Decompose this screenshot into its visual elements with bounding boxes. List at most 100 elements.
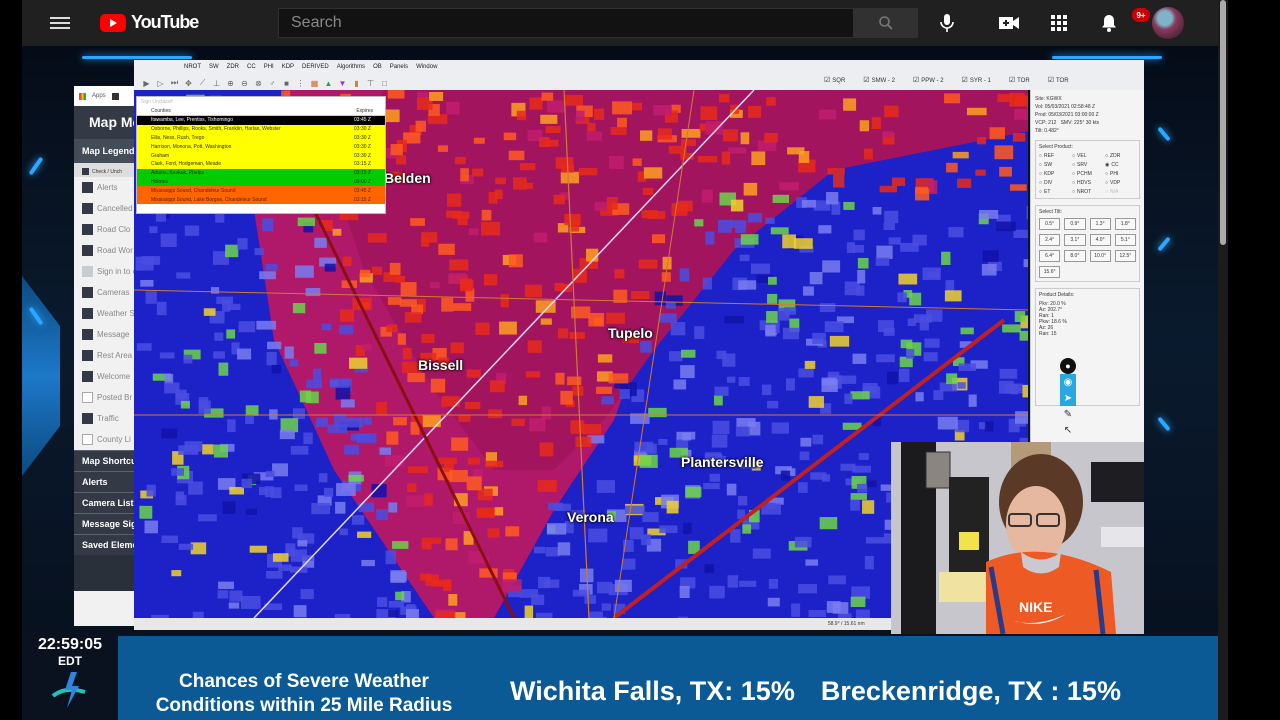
tilt-button[interactable]: 1.3° — [1089, 218, 1111, 230]
cylinder-icon[interactable]: ▮ — [352, 79, 361, 88]
tilt-button[interactable]: 10.0° — [1089, 250, 1111, 262]
legend-checkbox[interactable] — [82, 413, 93, 424]
radar-menu-item[interactable]: Window — [416, 64, 437, 70]
lock-icon[interactable]: ■ — [282, 79, 291, 88]
apps-button[interactable] — [1046, 10, 1072, 36]
stream-video-frame[interactable]: Apps Map Me Map Legend Check / Unch Aler… — [22, 46, 1218, 636]
legend-checkbox[interactable] — [82, 266, 93, 277]
legend-checkbox[interactable] — [82, 224, 93, 235]
pointer-icon[interactable]: ➤ — [1060, 390, 1076, 406]
pin-icon[interactable]: ♂ — [268, 79, 277, 88]
product-radio-sw[interactable]: SW — [1039, 162, 1070, 168]
warning-row[interactable]: Graham 03:30 Z — [137, 151, 385, 160]
notifications-button[interactable] — [1096, 10, 1122, 36]
legend-checkbox[interactable] — [82, 287, 93, 298]
product-radio-phi[interactable]: PHI — [1105, 171, 1136, 177]
square-icon[interactable]: □ — [380, 79, 389, 88]
warning-row[interactable]: Harrison, Monona, Pott, Washington 03:30 … — [137, 142, 385, 152]
legend-checkbox[interactable] — [82, 434, 93, 445]
warning-row[interactable]: Clark, Ford, Hodgeman, Meade 03:15 Z — [137, 159, 385, 169]
bookmark-apps[interactable]: Apps — [92, 93, 106, 99]
youtube-logo[interactable]: YouTube — [100, 12, 199, 33]
overlay-check-sqr[interactable]: SQR — [824, 76, 845, 84]
page-scrollbar[interactable] — [1218, 0, 1228, 720]
product-radio-vel[interactable]: VEL — [1072, 153, 1103, 159]
pan-icon[interactable]: ✥ — [184, 79, 193, 88]
arrow-tool-icon[interactable]: ↖ — [1060, 422, 1076, 438]
legend-checkbox[interactable] — [82, 392, 93, 403]
product-radio-div[interactable]: DIV — [1039, 180, 1070, 186]
radar-menu-item[interactable]: ZDR — [227, 64, 239, 70]
col-counties[interactable]: Counties — [151, 108, 171, 115]
product-radio-et[interactable]: ET — [1039, 189, 1070, 195]
skip-end-icon[interactable]: ⏭ — [170, 78, 179, 88]
product-radio-zdr[interactable]: ZDR — [1105, 153, 1136, 159]
microphone-button[interactable] — [934, 10, 960, 36]
zoom-in-icon[interactable]: ⊕ — [226, 79, 235, 88]
legend-checkbox[interactable] — [82, 245, 93, 256]
tilt-button[interactable]: 3.1° — [1064, 234, 1086, 246]
zoom-out-icon[interactable]: ⊖ — [240, 79, 249, 88]
cross-section-icon[interactable]: ⊥ — [212, 79, 221, 88]
tilt-button[interactable]: 15.6° — [1039, 266, 1061, 278]
radar-menu-item[interactable]: KDP — [282, 64, 294, 70]
tilt-button[interactable]: 4.0° — [1089, 234, 1111, 246]
radar-menu-item[interactable]: Algorithms — [337, 64, 365, 70]
product-radio-pchm[interactable]: PCHM — [1072, 171, 1103, 177]
overlay-check-tor[interactable]: TOR — [1009, 76, 1030, 84]
legend-checkbox[interactable] — [82, 308, 93, 319]
grid-icon[interactable]: ⋮ — [296, 79, 305, 88]
search-input[interactable]: Search — [278, 8, 854, 38]
legend-checkbox[interactable] — [82, 350, 93, 361]
warning-row[interactable]: Mississippi Sound, Chandeleur Sound 03:45… — [137, 186, 385, 196]
radar-menu-item[interactable]: CC — [247, 64, 256, 70]
warning-row[interactable]: Osborne, Phillips, Rooks, Smith, Frankli… — [137, 124, 385, 134]
warning-row[interactable]: Holmes 05:00 Z — [137, 177, 385, 187]
overlay-check-syr-1[interactable]: SYR - 1 — [962, 76, 991, 84]
warning-row[interactable]: Itawamba, Lee, Prentiss, Tishomingo 03:45… — [137, 116, 385, 125]
measure-icon[interactable]: ⟋ — [198, 78, 207, 88]
check-all-checkbox[interactable] — [82, 168, 89, 175]
tilt-button[interactable]: 12.5° — [1114, 250, 1136, 262]
radar-menu-item[interactable]: Panels — [390, 64, 408, 70]
account-avatar[interactable] — [1152, 7, 1184, 39]
legend-checkbox[interactable] — [82, 203, 93, 214]
eye-icon[interactable]: ◉ — [1060, 374, 1076, 390]
eraser-icon[interactable]: ✎ — [1060, 406, 1076, 422]
product-radio-nrot[interactable]: NROT — [1072, 189, 1103, 195]
legend-checkbox[interactable] — [82, 329, 93, 340]
tilt-button[interactable]: 8.0° — [1064, 250, 1086, 262]
create-button[interactable] — [996, 10, 1022, 36]
play-icon[interactable]: ▶ — [142, 79, 151, 88]
tilt-button[interactable]: 1.8° — [1114, 218, 1136, 230]
overlay-check-tor[interactable]: TOR — [1048, 76, 1069, 84]
triangle-down-icon[interactable]: ▼ — [338, 79, 347, 88]
triangle-up-icon[interactable]: ▲ — [324, 79, 333, 88]
radar-menu-item[interactable]: SW — [209, 64, 219, 70]
tilt-button[interactable]: 5.1° — [1114, 234, 1136, 246]
product-radio-hdvs[interactable]: HDVS — [1072, 180, 1103, 186]
tilt-button[interactable]: 0.9° — [1064, 218, 1086, 230]
location-pin-icon[interactable]: ● — [1060, 358, 1076, 374]
scrollbar-thumb[interactable] — [1220, 0, 1226, 245]
product-radio-ref[interactable]: REF — [1039, 153, 1070, 159]
menu-icon[interactable] — [50, 14, 70, 32]
product-radio-vdp[interactable]: VDP — [1105, 180, 1136, 186]
overlay-check-smw-2[interactable]: SMW - 2 — [863, 76, 895, 84]
radar-menu-item[interactable]: NROT — [184, 64, 201, 70]
overlay-check-ppw-2[interactable]: PPW - 2 — [913, 76, 943, 84]
search-button[interactable] — [854, 8, 918, 38]
legend-checkbox[interactable] — [82, 182, 93, 193]
legend-checkbox[interactable] — [82, 371, 93, 382]
product-radio-cc[interactable]: CC — [1105, 162, 1136, 168]
tilt-button[interactable]: 2.4° — [1039, 234, 1061, 246]
step-forward-icon[interactable]: ▷ — [156, 79, 165, 88]
product-radio-srv[interactable]: SRV — [1072, 162, 1103, 168]
radar-menu-item[interactable]: OB — [373, 64, 382, 70]
storm-icon[interactable]: ▦ — [310, 79, 319, 88]
radar-menu-item[interactable]: DERIVED — [302, 64, 329, 70]
radar-menu-item[interactable]: PHI — [264, 64, 274, 70]
product-radio-kdp[interactable]: KDP — [1039, 171, 1070, 177]
tilt-button[interactable]: 6.4° — [1039, 250, 1061, 262]
zoom-reset-icon[interactable]: ⊗ — [254, 79, 263, 88]
